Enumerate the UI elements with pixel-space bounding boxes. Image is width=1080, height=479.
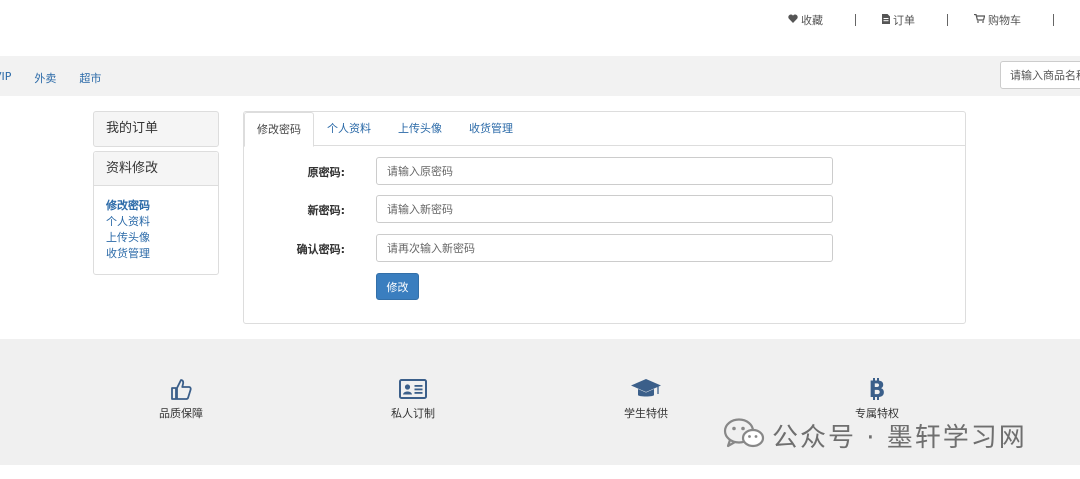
confirm-password-label: 确认密码: <box>296 243 345 256</box>
tab-upload-avatar[interactable]: 上传头像 <box>398 112 442 146</box>
feature-student: 学生特供 <box>606 377 686 421</box>
new-password-row: 新密码: <box>244 195 965 223</box>
orders-link[interactable]: 订单 <box>882 12 915 28</box>
cart-link[interactable]: 购物车 <box>974 12 1021 28</box>
feature-custom-label: 私人订制 <box>391 407 435 420</box>
bitcoin-icon: B <box>837 377 917 403</box>
feature-quality-label: 品质保障 <box>159 407 203 420</box>
confirm-password-input[interactable] <box>376 234 833 262</box>
watermark: 公众号 · 墨轩学习网 <box>722 416 1027 455</box>
new-password-input[interactable] <box>376 195 833 223</box>
orders-label: 订单 <box>893 14 915 27</box>
cart-icon <box>974 13 986 26</box>
top-nav: 收藏 订单 购物车 设 <box>788 12 1080 28</box>
product-search-input[interactable] <box>1000 61 1080 89</box>
old-password-row: 原密码: <box>244 157 965 185</box>
feature-privilege: B 专属特权 <box>837 377 917 421</box>
sidebar-item-upload-avatar[interactable]: 上传头像 <box>106 230 218 246</box>
old-password-input[interactable] <box>376 157 833 185</box>
feature-student-label: 学生特供 <box>624 407 668 420</box>
document-icon <box>882 13 890 27</box>
submit-button[interactable]: 修改 <box>376 273 419 300</box>
tab-bar: 修改密码 个人资料 上传头像 收货管理 <box>244 112 965 147</box>
password-form-panel: 修改密码 个人资料 上传头像 收货管理 原密码: 新密码: 确认密码: 修改 <box>243 111 966 324</box>
profile-panel: 资料修改 修改密码 个人资料 上传头像 收货管理 <box>93 151 219 275</box>
tab-address[interactable]: 收货管理 <box>469 112 513 146</box>
main-navbar: VIP 外卖 超市 <box>0 56 1080 96</box>
my-orders-panel[interactable]: 我的订单 <box>93 111 219 147</box>
nav-link-vip[interactable]: VIP <box>0 70 11 86</box>
graduation-cap-icon <box>606 377 686 403</box>
heart-icon <box>788 14 798 26</box>
top-bar: 收藏 订单 购物车 设 <box>0 0 1080 56</box>
watermark-text: 公众号 · 墨轩学习网 <box>772 423 1027 453</box>
sidebar: 我的订单 资料修改 修改密码 个人资料 上传头像 收货管理 <box>93 111 219 275</box>
profile-panel-title[interactable]: 资料修改 <box>94 152 218 186</box>
feature-quality: 品质保障 <box>141 377 221 421</box>
sidebar-item-change-password[interactable]: 修改密码 <box>106 198 218 214</box>
id-card-icon <box>373 377 453 403</box>
feature-custom: 私人订制 <box>373 377 453 421</box>
cart-label: 购物车 <box>988 14 1021 27</box>
tab-profile[interactable]: 个人资料 <box>327 112 371 146</box>
divider <box>947 14 948 26</box>
profile-links: 修改密码 个人资料 上传头像 收货管理 <box>94 186 218 274</box>
sidebar-item-address[interactable]: 收货管理 <box>106 246 218 262</box>
favorites-label: 收藏 <box>801 14 823 27</box>
favorites-link[interactable]: 收藏 <box>788 12 823 28</box>
confirm-password-row: 确认密码: <box>244 234 965 262</box>
divider <box>1053 14 1054 26</box>
new-password-label: 新密码: <box>307 204 345 217</box>
wechat-icon <box>722 416 772 455</box>
tab-change-password[interactable]: 修改密码 <box>244 112 314 147</box>
sidebar-item-profile[interactable]: 个人资料 <box>106 214 218 230</box>
nav-link-supermarket[interactable]: 超市 <box>79 70 101 86</box>
thumbs-up-icon <box>141 377 221 403</box>
divider <box>855 14 856 26</box>
nav-link-takeout[interactable]: 外卖 <box>34 70 56 86</box>
nav-links: VIP 外卖 超市 <box>0 70 124 86</box>
old-password-label: 原密码: <box>307 166 345 179</box>
